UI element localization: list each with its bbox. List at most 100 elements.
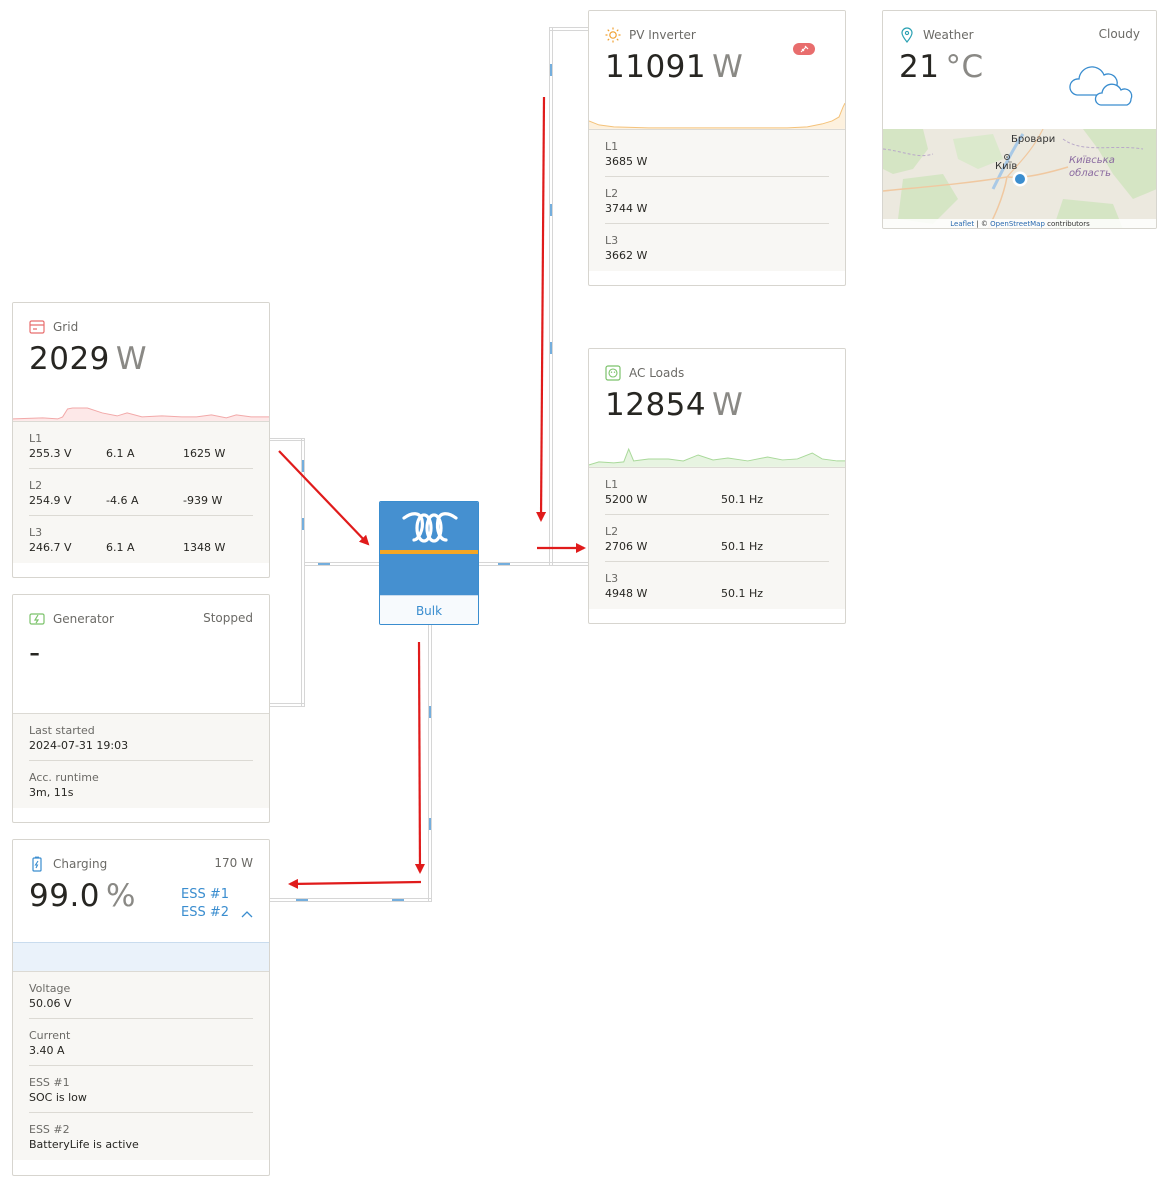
phase-label: L2 xyxy=(605,187,619,200)
ac-loads-phase-row: L3 4948 W 50.1 Hz xyxy=(605,562,829,609)
phase-current: 6.1 A xyxy=(106,447,135,460)
weather-map[interactable]: Бровари Київ Київська область Leaflet | … xyxy=(883,129,1156,228)
battery-level-bar xyxy=(13,942,269,972)
phase-voltage: 246.7 V xyxy=(29,541,72,554)
phase-label: L3 xyxy=(29,526,43,539)
phase-frequency: 50.1 Hz xyxy=(721,493,764,506)
arrow-to-battery xyxy=(288,878,422,889)
generator-status: Stopped xyxy=(203,611,253,625)
generator-details: Last started 2024-07-31 19:03 Acc. runti… xyxy=(13,713,269,808)
row-value: 50.06 V xyxy=(29,997,72,1010)
row-value: 2024-07-31 19:03 xyxy=(29,739,129,752)
inverter-state: Bulk xyxy=(380,595,478,624)
phase-label: L1 xyxy=(605,140,619,153)
battery-card[interactable]: Charging 170 W 99.0% ESS #1 ESS #2 Volta… xyxy=(12,839,270,1176)
wire-ac-out xyxy=(479,562,589,566)
battery-soc: 99.0% xyxy=(29,878,136,914)
row-value: 3.40 A xyxy=(29,1044,65,1057)
battery-row: Voltage 50.06 V xyxy=(29,972,253,1019)
weather-card[interactable]: Weather Cloudy 21 °C Бровари Київ Київсь… xyxy=(882,10,1157,229)
chevron-up-icon[interactable] xyxy=(241,904,253,923)
wire-pv-top xyxy=(549,27,589,31)
grid-card[interactable]: Grid 2029 W L1 255.3 V 6.1 A 1625 W L2 254.… xyxy=(12,302,270,578)
phase-current: -4.6 A xyxy=(106,494,139,507)
location-pin-icon xyxy=(899,27,915,43)
wire-dc xyxy=(428,625,432,902)
inverter-card[interactable]: Bulk xyxy=(379,501,479,625)
battery-value: 99.0 xyxy=(29,878,101,914)
battery-row: ESS #1 SOC is low xyxy=(29,1066,253,1113)
battery-row: ESS #2 BatteryLife is active xyxy=(29,1113,253,1160)
attribution-separator: | © xyxy=(976,220,988,228)
battery-details: Voltage 50.06 V Current 3.40 A ESS #1 SO… xyxy=(13,972,269,1160)
generator-title: Generator xyxy=(53,612,114,626)
outlet-icon xyxy=(605,365,621,381)
ac-loads-card[interactable]: AC Loads 12854 W L1 5200 W 50.1 Hz L2 2706… xyxy=(588,348,846,624)
weather-value: 21 xyxy=(899,49,940,85)
row-label: Acc. runtime xyxy=(29,771,99,784)
sun-icon xyxy=(605,27,621,43)
osm-link[interactable]: OpenStreetMap xyxy=(990,220,1045,228)
phase-label: L1 xyxy=(29,432,43,445)
weather-title: Weather xyxy=(923,28,974,42)
battery-header: Charging xyxy=(29,856,107,872)
phase-power: 1348 W xyxy=(183,541,226,554)
wire-dc-horizontal xyxy=(269,898,432,902)
arrow-inverter-down xyxy=(414,641,425,874)
ac-loads-unit: W xyxy=(712,387,744,423)
weather-condition: Cloudy xyxy=(1098,27,1140,41)
grid-icon xyxy=(29,319,45,335)
row-value: 3m, 11s xyxy=(29,786,74,799)
wire-pv xyxy=(549,27,553,566)
map-label-brovary: Бровари xyxy=(1011,134,1056,145)
phase-frequency: 50.1 Hz xyxy=(721,540,764,553)
plug-badge-icon xyxy=(793,41,815,60)
ac-loads-phases: L1 5200 W 50.1 Hz L2 2706 W 50.1 Hz L3 494… xyxy=(589,467,845,609)
grid-header: Grid xyxy=(29,319,78,335)
grid-unit: W xyxy=(115,341,148,377)
pv-unit: W xyxy=(712,49,744,85)
victron-logo xyxy=(400,510,460,550)
ess-links: ESS #1 ESS #2 xyxy=(181,886,229,922)
wire-generator xyxy=(269,703,305,707)
pv-title: PV Inverter xyxy=(629,28,696,42)
row-label: ESS #1 xyxy=(29,1076,70,1089)
phase-label: L2 xyxy=(29,479,43,492)
generator-row: Last started 2024-07-31 19:03 xyxy=(29,714,253,761)
generator-row: Acc. runtime 3m, 11s xyxy=(29,761,253,808)
phase-power: 3662 W xyxy=(605,249,648,262)
phase-frequency: 50.1 Hz xyxy=(721,587,764,600)
battery-title: Charging xyxy=(53,857,108,871)
phase-label: L3 xyxy=(605,234,619,247)
grid-phase-row: L2 254.9 V -4.6 A -939 W xyxy=(29,469,253,516)
wire-grid-vertical xyxy=(301,438,305,707)
leaflet-link[interactable]: Leaflet xyxy=(950,220,974,228)
pv-header: PV Inverter xyxy=(605,27,696,43)
grid-phase-row: L3 246.7 V 6.1 A 1348 W xyxy=(29,516,253,563)
phase-power: 3744 W xyxy=(605,202,648,215)
map-attribution: Leaflet | © OpenStreetMap contributors xyxy=(883,219,1156,228)
phase-power: 2706 W xyxy=(605,540,648,553)
grid-phases: L1 255.3 V 6.1 A 1625 W L2 254.9 V -4.6 A -9… xyxy=(13,421,269,563)
battery-row: Current 3.40 A xyxy=(29,1019,253,1066)
cloud-icon xyxy=(1067,57,1135,111)
wire-grid xyxy=(269,438,305,441)
phase-voltage: 255.3 V xyxy=(29,447,72,460)
ac-loads-phase-row: L2 2706 W 50.1 Hz xyxy=(605,515,829,562)
phase-current: 6.1 A xyxy=(106,541,135,554)
battery-charging-icon xyxy=(29,856,45,872)
map-marker-icon[interactable] xyxy=(1011,170,1029,192)
pv-inverter-card[interactable]: PV Inverter 11091 W L1 3685 W L2 3744 W L… xyxy=(588,10,846,286)
grid-value: 2029 xyxy=(29,341,110,377)
generator-card[interactable]: Generator Stopped - Last started 2024-07… xyxy=(12,594,270,823)
generator-icon xyxy=(29,611,45,627)
row-label: Last started xyxy=(29,724,95,737)
pv-phase-row: L1 3685 W xyxy=(605,130,829,177)
phase-label: L3 xyxy=(605,572,619,585)
map-label-oblast: область xyxy=(1069,168,1112,179)
phase-label: L2 xyxy=(605,525,619,538)
ess-1-link[interactable]: ESS #1 xyxy=(181,886,229,904)
ess-2-link[interactable]: ESS #2 xyxy=(181,904,229,922)
inverter-accent-bar xyxy=(380,550,478,554)
phase-power: -939 W xyxy=(183,494,223,507)
